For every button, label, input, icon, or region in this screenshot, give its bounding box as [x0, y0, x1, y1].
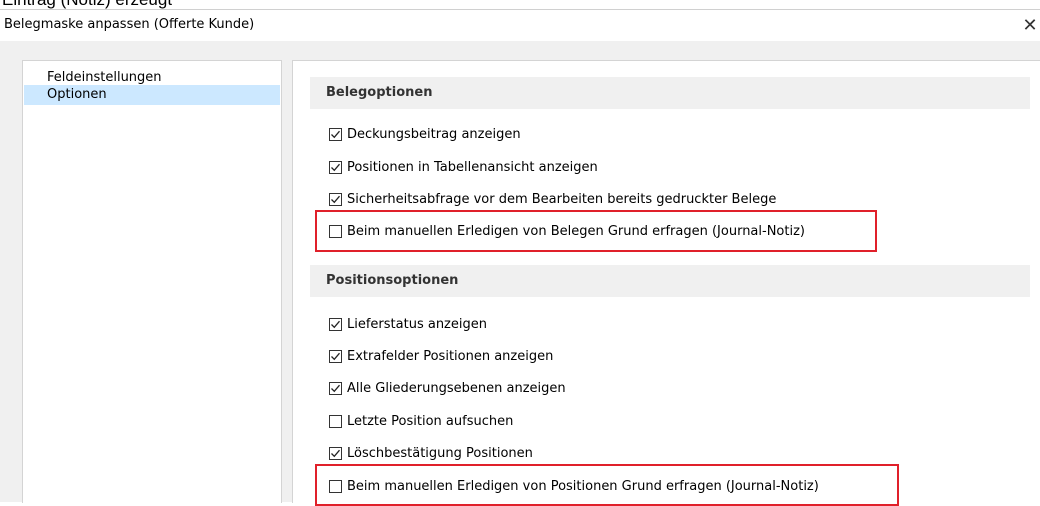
- check-mark-icon: [331, 449, 340, 457]
- section-header-positionsoptionen: Positionsoptionen: [310, 265, 1030, 297]
- option-label: Löschbestätigung Positionen: [347, 445, 533, 461]
- window-title: Belegmaske anpassen (Offerte Kunde): [4, 17, 255, 32]
- check-mark-icon: [331, 320, 340, 328]
- option-label: Letzte Position aufsuchen: [347, 413, 514, 429]
- checkbox-checked[interactable]: [329, 192, 342, 206]
- option-lieferstatus[interactable]: Lieferstatus anzeigen: [329, 314, 487, 334]
- option-sicherheitsabfrage[interactable]: Sicherheitsabfrage vor dem Bearbeiten be…: [329, 189, 776, 209]
- option-label: Deckungsbeitrag anzeigen: [347, 126, 521, 142]
- highlight-box: [315, 464, 899, 506]
- check-mark-icon: [331, 163, 340, 171]
- option-label: Sicherheitsabfrage vor dem Bearbeiten be…: [347, 191, 777, 207]
- nav-panel: Feldeinstellungen Optionen: [22, 60, 282, 503]
- check-mark-icon: [331, 195, 340, 203]
- checkbox-unchecked[interactable]: [329, 414, 342, 428]
- section-header-belegoptionen: Belegoptionen: [310, 77, 1030, 109]
- option-label: Lieferstatus anzeigen: [347, 316, 487, 332]
- close-icon[interactable]: ✕: [1020, 10, 1040, 41]
- checkbox-checked[interactable]: [329, 381, 342, 395]
- highlight-box: [315, 210, 877, 252]
- checkbox-checked[interactable]: [329, 446, 342, 460]
- option-label: Alle Gliederungsebenen anzeigen: [347, 380, 566, 396]
- title-bar: Belegmaske anpassen (Offerte Kunde) ✕: [0, 9, 1040, 41]
- content-panel: Belegoptionen Deckungsbeitrag anzeigen P…: [292, 60, 1040, 506]
- check-mark-icon: [331, 352, 340, 360]
- check-mark-icon: [331, 384, 340, 392]
- checkbox-checked[interactable]: [329, 127, 342, 141]
- option-label: Extrafelder Positionen anzeigen: [347, 348, 554, 364]
- check-mark-icon: [331, 130, 340, 138]
- option-letzte-position[interactable]: Letzte Position aufsuchen: [329, 411, 513, 431]
- option-extrafelder[interactable]: Extrafelder Positionen anzeigen: [329, 346, 553, 366]
- option-loeschbestaetigung[interactable]: Löschbestätigung Positionen: [329, 443, 533, 463]
- nav-item-optionen[interactable]: Optionen: [24, 85, 280, 105]
- option-deckungsbeitrag[interactable]: Deckungsbeitrag anzeigen: [329, 124, 521, 144]
- checkbox-checked[interactable]: [329, 349, 342, 363]
- dialog-body: Feldeinstellungen Optionen Belegoptionen…: [0, 41, 1040, 506]
- checkbox-checked[interactable]: [329, 160, 342, 174]
- top-caption: Eintrag (Notiz) erzeugt: [2, 0, 172, 9]
- option-label: Positionen in Tabellenansicht anzeigen: [347, 159, 598, 175]
- option-gliederungsebenen[interactable]: Alle Gliederungsebenen anzeigen: [329, 378, 566, 398]
- option-tabellenansicht[interactable]: Positionen in Tabellenansicht anzeigen: [329, 157, 598, 177]
- checkbox-checked[interactable]: [329, 317, 342, 331]
